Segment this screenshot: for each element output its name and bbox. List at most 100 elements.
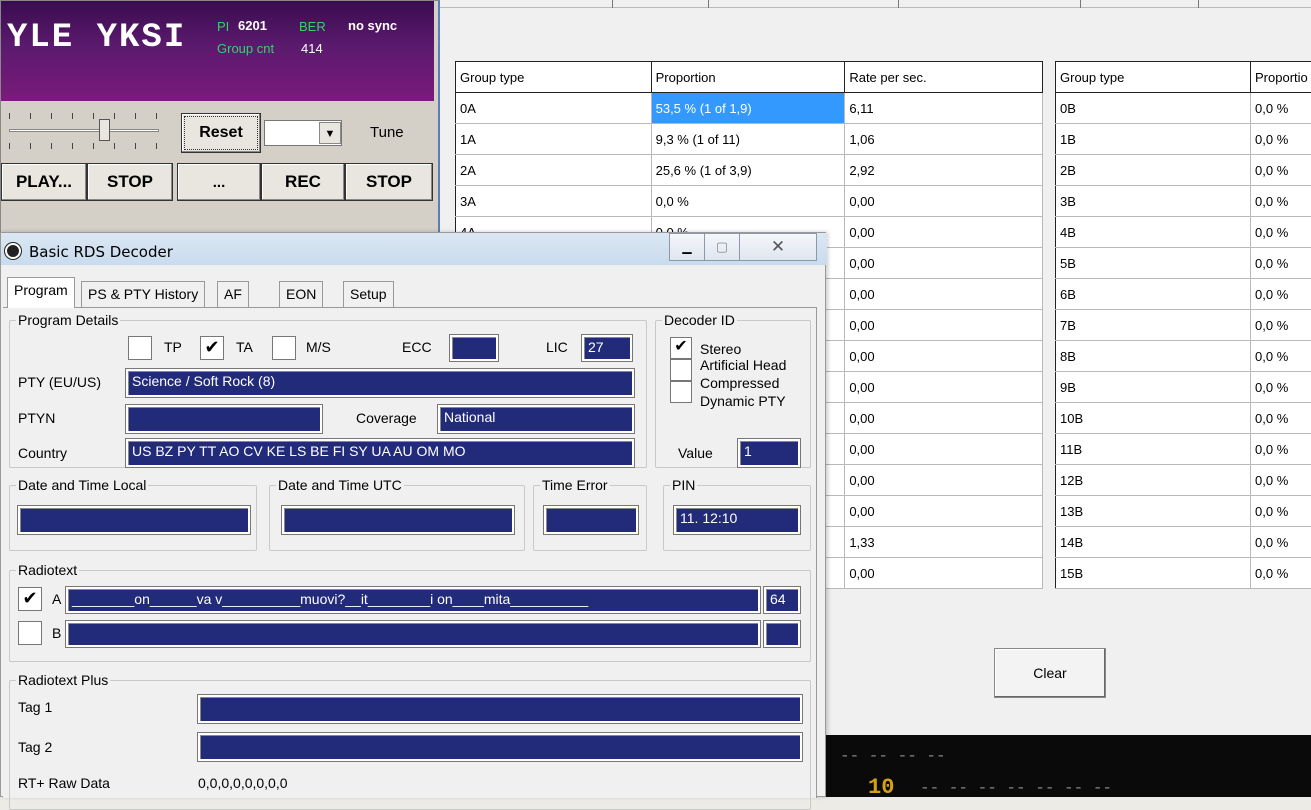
- table-row[interactable]: 7B0,0 %: [1056, 310, 1311, 341]
- slider-thumb[interactable]: [99, 119, 110, 141]
- group-type-cell[interactable]: 14B: [1056, 527, 1251, 558]
- ms-checkbox[interactable]: [272, 336, 296, 360]
- table-row[interactable]: 15B0,0 %: [1056, 558, 1311, 589]
- table-row[interactable]: 13B0,0 %: [1056, 496, 1311, 527]
- proportion-cell[interactable]: 0,0 %: [1251, 124, 1311, 155]
- group-type-cell[interactable]: 6B: [1056, 279, 1251, 310]
- col-header-proportion[interactable]: Proportion: [651, 62, 845, 93]
- table-row[interactable]: 2A25,6 % (1 of 3,9)2,92: [456, 155, 1043, 186]
- rate-cell[interactable]: 0,00: [845, 248, 1043, 279]
- table-row[interactable]: 0A53,5 % (1 of 1,9)6,11: [456, 93, 1043, 124]
- rate-cell[interactable]: 0,00: [845, 279, 1043, 310]
- proportion-cell[interactable]: 0,0 %: [1251, 341, 1311, 372]
- table-row[interactable]: 12B0,0 %: [1056, 465, 1311, 496]
- volume-slider[interactable]: [9, 113, 159, 153]
- tune-dropdown[interactable]: ▼: [264, 120, 342, 146]
- proportion-cell[interactable]: 0,0 %: [1251, 372, 1311, 403]
- proportion-cell[interactable]: 25,6 % (1 of 3,9): [651, 155, 845, 186]
- rate-cell[interactable]: 0,00: [845, 217, 1043, 248]
- proportion-cell[interactable]: 0,0 %: [1251, 155, 1311, 186]
- tab-program[interactable]: Program: [7, 277, 75, 308]
- toolbar-tab-2[interactable]: [708, 0, 898, 8]
- rt-b-checkbox[interactable]: [18, 621, 42, 645]
- group-type-cell[interactable]: 13B: [1056, 496, 1251, 527]
- table-row[interactable]: 14B0,0 %: [1056, 527, 1311, 558]
- tab-eon[interactable]: EON: [279, 281, 323, 307]
- stop-play-button[interactable]: STOP: [87, 163, 173, 201]
- rate-cell[interactable]: 0,00: [845, 465, 1043, 496]
- group-type-cell[interactable]: 8B: [1056, 341, 1251, 372]
- rate-cell[interactable]: 0,00: [845, 186, 1043, 217]
- proportion-cell[interactable]: 0,0 %: [1251, 558, 1311, 589]
- table-row[interactable]: 5B0,0 %: [1056, 248, 1311, 279]
- group-type-cell[interactable]: 12B: [1056, 465, 1251, 496]
- table-row[interactable]: 3A0,0 %0,00: [456, 186, 1043, 217]
- tab-af[interactable]: AF: [217, 281, 249, 307]
- title-bar[interactable]: Basic RDS Decoder ▁ ▢ ✕: [1, 233, 827, 265]
- group-type-cell[interactable]: 7B: [1056, 310, 1251, 341]
- col-header-proportion-b[interactable]: Proportio: [1251, 62, 1311, 93]
- proportion-cell[interactable]: 0,0 %: [1251, 217, 1311, 248]
- group-type-cell[interactable]: 2B: [1056, 155, 1251, 186]
- stereo-checkbox[interactable]: ✔: [670, 337, 692, 359]
- col-header-rate[interactable]: Rate per sec.: [845, 62, 1043, 93]
- table-row[interactable]: 0B0,0 %: [1056, 93, 1311, 124]
- col-header-group-type-b[interactable]: Group type: [1056, 62, 1251, 93]
- table-row[interactable]: 3B0,0 %: [1056, 186, 1311, 217]
- proportion-cell[interactable]: 0,0 %: [1251, 310, 1311, 341]
- minimize-icon[interactable]: ▁: [669, 233, 705, 261]
- proportion-cell[interactable]: 0,0 %: [1251, 403, 1311, 434]
- proportion-cell[interactable]: 0,0 %: [1251, 434, 1311, 465]
- table-row[interactable]: 6B0,0 %: [1056, 279, 1311, 310]
- table-row[interactable]: 11B0,0 %: [1056, 434, 1311, 465]
- group-type-cell[interactable]: 11B: [1056, 434, 1251, 465]
- group-type-cell[interactable]: 2A: [456, 155, 652, 186]
- artificial-head-checkbox[interactable]: [670, 359, 692, 381]
- chevron-down-icon[interactable]: ▼: [319, 122, 341, 144]
- proportion-cell[interactable]: 0,0 %: [1251, 465, 1311, 496]
- group-type-cell[interactable]: 1B: [1056, 124, 1251, 155]
- table-row[interactable]: 2B0,0 %: [1056, 155, 1311, 186]
- table-row[interactable]: 9B0,0 %: [1056, 372, 1311, 403]
- rate-cell[interactable]: 0,00: [845, 310, 1043, 341]
- table-row[interactable]: 1A9,3 % (1 of 11)1,06: [456, 124, 1043, 155]
- table-row[interactable]: 8B0,0 %: [1056, 341, 1311, 372]
- table-row[interactable]: 1B0,0 %: [1056, 124, 1311, 155]
- tab-setup[interactable]: Setup: [343, 281, 394, 307]
- proportion-cell[interactable]: 0,0 %: [1251, 93, 1311, 124]
- rate-cell[interactable]: 6,11: [845, 93, 1043, 124]
- proportion-cell[interactable]: 0,0 %: [1251, 279, 1311, 310]
- rate-cell[interactable]: 0,00: [845, 403, 1043, 434]
- rate-cell[interactable]: 0,00: [845, 372, 1043, 403]
- group-type-cell[interactable]: 5B: [1056, 248, 1251, 279]
- group-type-cell[interactable]: 10B: [1056, 403, 1251, 434]
- close-icon[interactable]: ✕: [739, 233, 817, 261]
- proportion-cell[interactable]: 9,3 % (1 of 11): [651, 124, 845, 155]
- toolbar-tab-1[interactable]: [612, 0, 708, 8]
- rate-cell[interactable]: 0,00: [845, 341, 1043, 372]
- proportion-cell[interactable]: 0,0 %: [1251, 496, 1311, 527]
- rate-cell[interactable]: 0,00: [845, 434, 1043, 465]
- table-row[interactable]: 4B0,0 %: [1056, 217, 1311, 248]
- reset-button[interactable]: Reset: [181, 113, 261, 153]
- tp-checkbox[interactable]: [128, 336, 152, 360]
- tab-ps-pty-history[interactable]: PS & PTY History: [81, 281, 205, 307]
- rt-a-checkbox[interactable]: ✔: [18, 587, 42, 611]
- proportion-cell[interactable]: 0,0 %: [651, 186, 845, 217]
- play-button[interactable]: PLAY...: [1, 163, 87, 201]
- stop-record-button[interactable]: STOP: [345, 163, 433, 201]
- group-type-cell[interactable]: 1A: [456, 124, 652, 155]
- maximize-icon[interactable]: ▢: [704, 233, 740, 261]
- clear-button[interactable]: Clear: [994, 648, 1106, 698]
- record-button[interactable]: REC: [261, 163, 345, 201]
- toolbar-tab-4[interactable]: [1080, 0, 1198, 8]
- rate-cell[interactable]: 2,92: [845, 155, 1043, 186]
- compressed-checkbox[interactable]: [670, 381, 692, 403]
- toolbar-tab-3[interactable]: [898, 0, 1080, 8]
- rate-cell[interactable]: 1,06: [845, 124, 1043, 155]
- group-type-cell[interactable]: 15B: [1056, 558, 1251, 589]
- rate-cell[interactable]: 1,33: [845, 527, 1043, 558]
- rate-cell[interactable]: 0,00: [845, 558, 1043, 589]
- col-header-group-type[interactable]: Group type: [456, 62, 652, 93]
- rate-cell[interactable]: 0,00: [845, 496, 1043, 527]
